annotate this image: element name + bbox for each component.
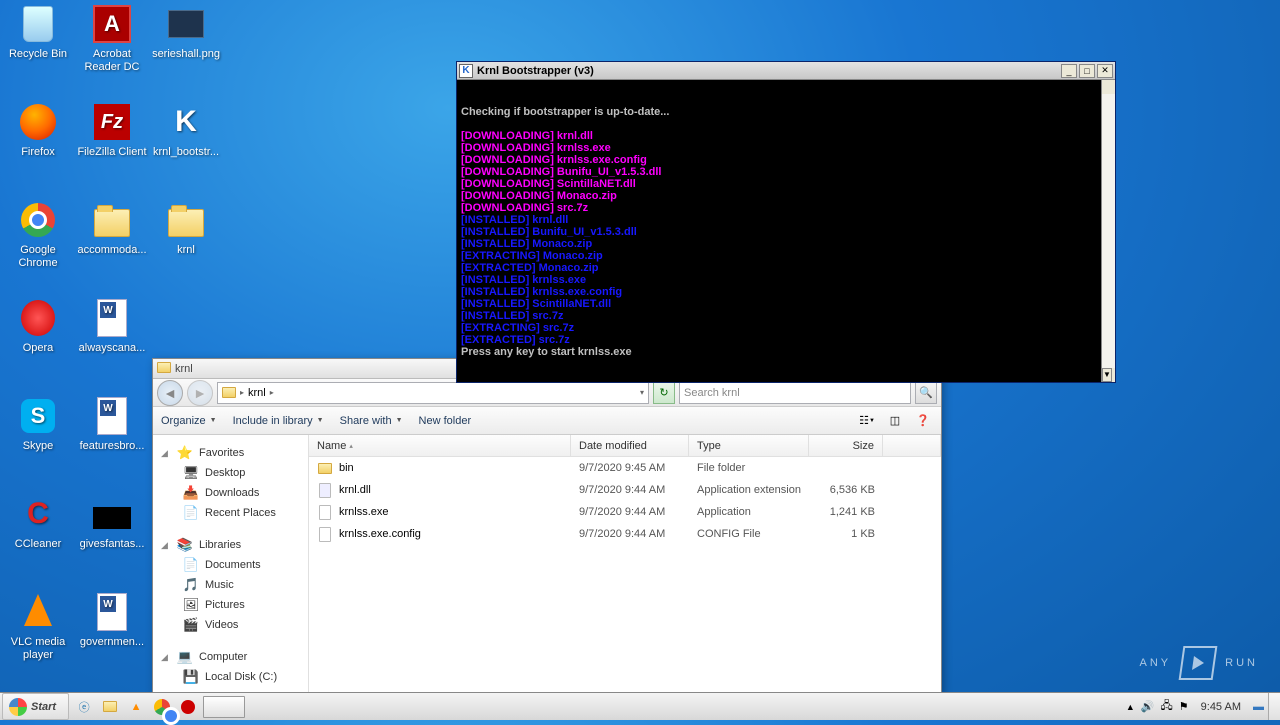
desktop-icon-opera[interactable]: Opera xyxy=(2,298,74,355)
desktop-icon-ccleaner[interactable]: CCCleaner xyxy=(2,494,74,551)
nav-computer[interactable]: ◢💻Computer xyxy=(153,647,308,667)
watermark: ANYRUN xyxy=(1140,646,1258,680)
desktop-icon-governmen-[interactable]: governmen... xyxy=(76,592,148,649)
play-icon xyxy=(1179,646,1218,680)
nav-desktop[interactable]: 🖥Desktop xyxy=(153,463,308,483)
chevron-down-icon[interactable]: ▾ xyxy=(640,388,644,397)
nav-music[interactable]: 🎵Music xyxy=(153,575,308,595)
file-rows: bin9/7/2020 9:45 AMFile folderkrnl.dll9/… xyxy=(309,457,941,693)
file-row[interactable]: bin9/7/2020 9:45 AMFile folder xyxy=(309,457,941,479)
nav-recent[interactable]: 📄Recent Places xyxy=(153,503,308,523)
nav-libraries[interactable]: ◢📚Libraries xyxy=(153,535,308,555)
explorer-window: krnl ◄ ► ▸ krnl ▸ ▾ ↻ Search krnl 🔍 Orga… xyxy=(152,358,942,694)
scroll-down-button[interactable]: ▼ xyxy=(1102,368,1112,382)
desktop-icon-acrobat-reader-dc[interactable]: AAcrobat Reader DC xyxy=(76,4,148,74)
taskbar-clock[interactable]: 9:45 AM xyxy=(1195,701,1247,713)
tray-monitor-icon[interactable]: ▬ xyxy=(1253,701,1264,713)
desktop-icon-featuresbro-[interactable]: featuresbro... xyxy=(76,396,148,453)
explorer-body: ◢⭐Favorites 🖥Desktop 📥Downloads 📄Recent … xyxy=(153,435,941,693)
view-options-button[interactable]: ☷ ▼ xyxy=(857,411,877,431)
tray-volume-icon[interactable]: 🔊 xyxy=(1141,700,1155,713)
col-name[interactable]: Name▴ xyxy=(309,435,571,456)
start-button[interactable]: Start xyxy=(2,693,69,720)
desktop-icon-google-chrome[interactable]: Google Chrome xyxy=(2,200,74,270)
taskbar-chrome-icon[interactable] xyxy=(150,695,174,719)
taskbar-vlc-icon[interactable]: ▲ xyxy=(124,695,148,719)
nav-pane: ◢⭐Favorites 🖥Desktop 📥Downloads 📄Recent … xyxy=(153,435,309,693)
organize-menu[interactable]: Organize▼ xyxy=(161,415,217,427)
search-button[interactable]: 🔍 xyxy=(915,382,937,404)
desktop-icon-givesfantas-[interactable]: givesfantas... xyxy=(76,494,148,551)
explorer-nav: ◄ ► ▸ krnl ▸ ▾ ↻ Search krnl 🔍 xyxy=(153,379,941,407)
search-placeholder: Search krnl xyxy=(684,387,740,399)
close-button[interactable]: ✕ xyxy=(1097,64,1113,78)
nav-videos[interactable]: 🎬Videos xyxy=(153,615,308,635)
nav-favorites[interactable]: ◢⭐Favorites xyxy=(153,443,308,463)
desktop-icon-accommoda-[interactable]: accommoda... xyxy=(76,200,148,257)
desktop-icon-filezilla-client[interactable]: FzFileZilla Client xyxy=(76,102,148,159)
desktop-icon-serieshall-png[interactable]: serieshall.png xyxy=(150,4,222,61)
col-type[interactable]: Type xyxy=(689,435,809,456)
file-row[interactable]: krnlss.exe9/7/2020 9:44 AMApplication1,2… xyxy=(309,501,941,523)
app-icon: K xyxy=(459,64,473,78)
explorer-toolbar: Organize▼ Include in library▼ Share with… xyxy=(153,407,941,435)
column-headers: Name▴ Date modified Type Size xyxy=(309,435,941,457)
console-scrollbar[interactable]: ▲ ▼ xyxy=(1101,80,1115,382)
nav-pictures[interactable]: 🖼Pictures xyxy=(153,595,308,615)
console-window: K Krnl Bootstrapper (v3) _ □ ✕ Checking … xyxy=(456,61,1116,383)
desktop-icon-alwayscana-[interactable]: alwayscana... xyxy=(76,298,148,355)
start-label: Start xyxy=(31,701,56,713)
folder-icon xyxy=(222,387,236,398)
minimize-button[interactable]: _ xyxy=(1061,64,1077,78)
search-input[interactable]: Search krnl xyxy=(679,382,911,404)
breadcrumb-segment[interactable]: krnl xyxy=(248,387,266,399)
windows-icon xyxy=(9,698,27,716)
desktop-icon-krnl[interactable]: krnl xyxy=(150,200,222,257)
desktop-icon-firefox[interactable]: Firefox xyxy=(2,102,74,159)
desktop-icon-recycle-bin[interactable]: Recycle Bin xyxy=(2,4,74,61)
show-desktop-button[interactable] xyxy=(1268,693,1280,720)
console-titlebar[interactable]: K Krnl Bootstrapper (v3) _ □ ✕ xyxy=(457,62,1115,80)
taskbar: Start ⓔ ▲ ▲ 🔊 🖧 ⚑ 9:45 AM ▬ xyxy=(0,692,1280,720)
tray-flag-icon[interactable]: ⚑ xyxy=(1179,700,1189,713)
col-size[interactable]: Size xyxy=(809,435,883,456)
taskbar-explorer-icon[interactable] xyxy=(98,695,122,719)
taskbar-ie-icon[interactable]: ⓔ xyxy=(72,695,96,719)
desktop-icon-skype[interactable]: SSkype xyxy=(2,396,74,453)
tray-expand-icon[interactable]: ▲ xyxy=(1126,702,1135,712)
nav-downloads[interactable]: 📥Downloads xyxy=(153,483,308,503)
desktop-icon-vlc-media-player[interactable]: VLC media player xyxy=(2,592,74,662)
nav-documents[interactable]: 📄Documents xyxy=(153,555,308,575)
maximize-button[interactable]: □ xyxy=(1079,64,1095,78)
chevron-right-icon: ▸ xyxy=(270,388,274,397)
desktop-icon-krnl-bootstr-[interactable]: Kkrnl_bootstr... xyxy=(150,102,222,159)
nav-local-disk[interactable]: 💾Local Disk (C:) xyxy=(153,667,308,687)
address-bar[interactable]: ▸ krnl ▸ ▾ xyxy=(217,382,649,404)
help-button[interactable]: ❓ xyxy=(913,411,933,431)
console-title: Krnl Bootstrapper (v3) xyxy=(477,65,1059,77)
chevron-right-icon: ▸ xyxy=(240,388,244,397)
back-button[interactable]: ◄ xyxy=(157,380,183,406)
preview-pane-button[interactable]: ◫ xyxy=(885,411,905,431)
include-library-menu[interactable]: Include in library▼ xyxy=(233,415,324,427)
system-tray: ▲ 🔊 🖧 ⚑ 9:45 AM ▬ xyxy=(1122,693,1268,720)
file-list: Name▴ Date modified Type Size bin9/7/202… xyxy=(309,435,941,693)
folder-icon xyxy=(157,362,171,376)
taskbar-running-task[interactable] xyxy=(203,696,245,718)
file-row[interactable]: krnlss.exe.config9/7/2020 9:44 AMCONFIG … xyxy=(309,523,941,545)
console-output: Checking if bootstrapper is up-to-date..… xyxy=(457,80,1115,382)
refresh-button[interactable]: ↻ xyxy=(653,382,675,404)
col-date[interactable]: Date modified xyxy=(571,435,689,456)
new-folder-button[interactable]: New folder xyxy=(419,415,472,427)
tray-network-icon[interactable]: 🖧 xyxy=(1161,697,1173,716)
file-row[interactable]: krnl.dll9/7/2020 9:44 AMApplication exte… xyxy=(309,479,941,501)
forward-button[interactable]: ► xyxy=(187,380,213,406)
share-with-menu[interactable]: Share with▼ xyxy=(340,415,403,427)
